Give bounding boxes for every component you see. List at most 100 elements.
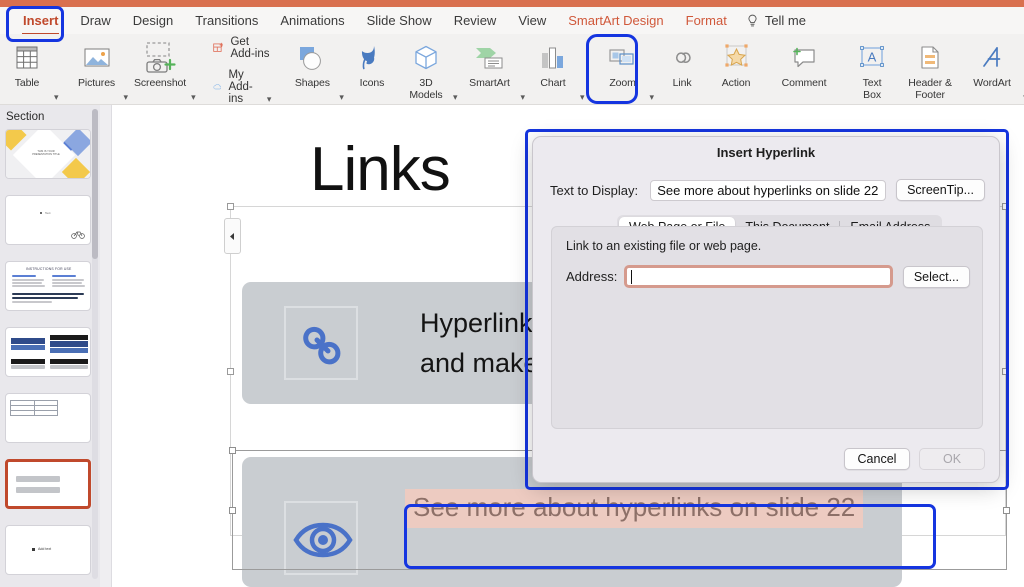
resize-handle-mid-right[interactable] <box>1003 507 1010 514</box>
tab-review[interactable]: Review <box>443 10 508 32</box>
thumbnail-slide-5[interactable] <box>5 393 91 443</box>
ribbon-button-pictures[interactable]: Pictures <box>70 34 124 103</box>
placeholder-collapse-button[interactable] <box>224 218 241 254</box>
chart-icon <box>539 39 567 77</box>
tab-slide-show[interactable]: Slide Show <box>356 10 443 32</box>
text-to-display-input[interactable]: See more about hyperlinks on slide 22 <box>650 180 886 201</box>
slide-title[interactable]: Links <box>310 135 450 205</box>
thumbnail-slide-3-title: INSTRUCTIONS FOR USE <box>26 267 71 271</box>
slide-card-hyperlink-text[interactable]: Hyperlink and make <box>420 303 539 383</box>
tab-format[interactable]: Format <box>675 10 738 32</box>
thumbnail-slide-1[interactable]: THIS IS YOUR PRESENTATION TITLE <box>5 129 91 179</box>
dialog-title: Insert Hyperlink <box>533 145 999 160</box>
chevron-down-icon[interactable]: ▾ <box>453 92 458 103</box>
get-addins-icon <box>213 40 224 56</box>
thumbnail-slide-2[interactable]: Text <box>5 195 91 245</box>
ribbon-button-comment[interactable]: Comment <box>773 34 835 103</box>
chevron-down-icon[interactable]: ▾ <box>124 92 129 103</box>
ribbon-button-table[interactable]: Table <box>0 34 54 103</box>
tab-transitions[interactable]: Transitions <box>184 10 269 32</box>
resize-handle-top-left[interactable] <box>227 203 234 210</box>
ribbon-button-icons[interactable]: Icons <box>345 34 399 103</box>
ribbon-button-action[interactable]: Action <box>709 34 763 103</box>
ribbon-button-header-footer[interactable]: Header & Footer <box>899 34 961 103</box>
ribbon-button-3d-models[interactable]: 3D Models <box>399 34 453 103</box>
ribbon-button-wordart[interactable]: WordArt <box>961 34 1023 103</box>
ok-button[interactable]: OK <box>919 448 985 470</box>
ribbon-button-link[interactable]: Link <box>655 34 709 103</box>
chevron-down-icon[interactable]: ▾ <box>267 94 272 105</box>
insert-hyperlink-dialog[interactable]: Insert Hyperlink Text to Display: See mo… <box>532 136 1000 483</box>
resize-handle-top-left[interactable] <box>229 447 236 454</box>
thumbnail-slide-3[interactable]: INSTRUCTIONS FOR USE <box>5 261 91 311</box>
ribbon-group-comments: Comment <box>773 34 835 105</box>
thumbnail-slide-7-text: Add text <box>38 547 51 551</box>
comment-icon <box>789 39 819 77</box>
slide-thumbnail-pane[interactable]: Section THIS IS YOUR PRESENTATION TITLE … <box>0 105 100 587</box>
tab-review-label: Review <box>454 13 497 28</box>
resize-handle-mid-left[interactable] <box>229 507 236 514</box>
chevron-down-icon[interactable]: ▾ <box>54 92 59 103</box>
resize-handle-mid-left[interactable] <box>227 368 234 375</box>
ribbon-label-screenshot: Screenshot <box>134 78 186 90</box>
thumbnail-pane-scrollbar[interactable] <box>92 109 98 579</box>
tab-animations[interactable]: Animations <box>269 10 355 32</box>
window-title-strip <box>0 0 1024 7</box>
ribbon-button-shapes[interactable]: Shapes <box>285 34 339 103</box>
chevron-down-icon[interactable]: ▾ <box>520 92 525 103</box>
address-input[interactable] <box>624 265 893 288</box>
ribbon-group-text: A Text Box <box>845 34 1024 105</box>
ribbon-label-header-footer: Header & Footer <box>908 78 952 101</box>
tell-me-search[interactable]: Tell me <box>738 13 806 28</box>
cancel-button[interactable]: Cancel <box>844 448 910 470</box>
tab-transitions-label: Transitions <box>195 13 258 28</box>
ribbon-label-wordart: WordArt <box>973 78 1011 90</box>
wordart-icon <box>978 39 1006 77</box>
my-addins-icon <box>213 79 222 95</box>
screenshot-icon <box>143 39 177 77</box>
text-box-icon: A <box>858 39 886 77</box>
ribbon-button-zoom[interactable]: Zoom <box>596 34 650 103</box>
chevron-down-icon[interactable]: ▾ <box>339 92 344 103</box>
thumbnail-slide-6[interactable] <box>5 459 91 509</box>
ribbon-body: Table ▾ Pictures ▾ <box>0 34 1024 105</box>
chevron-down-icon[interactable]: ▾ <box>580 92 585 103</box>
ribbon-button-text-box[interactable]: A Text Box <box>845 34 899 103</box>
section-label: Section <box>0 105 100 129</box>
icons-icon <box>357 39 387 77</box>
ribbon-button-chart[interactable]: Chart <box>526 34 580 103</box>
ribbon-label-zoom: Zoom <box>609 78 635 90</box>
card-line-2: and make <box>420 348 539 378</box>
action-icon <box>721 39 751 77</box>
shapes-icon <box>297 39 327 77</box>
ribbon-button-screenshot[interactable]: Screenshot <box>129 34 191 103</box>
pictures-icon <box>83 39 111 77</box>
thumbnail-slide-4[interactable] <box>5 327 91 377</box>
ribbon-button-my-addins[interactable]: My Add-ins ▾ <box>213 69 272 105</box>
pane-divider[interactable] <box>100 105 112 587</box>
ribbon-label-action: Action <box>722 78 751 90</box>
tab-animations-label: Animations <box>280 13 344 28</box>
thumbnail-slide-7[interactable]: Add text <box>5 525 91 575</box>
screentip-button[interactable]: ScreenTip... <box>896 179 985 201</box>
ribbon-button-get-addins[interactable]: Get Add-ins <box>213 36 272 60</box>
tab-insert[interactable]: Insert <box>12 10 69 32</box>
ribbon-label-pictures: Pictures <box>78 78 115 90</box>
select-button[interactable]: Select... <box>903 266 970 288</box>
tab-design[interactable]: Design <box>122 10 184 32</box>
tell-me-label: Tell me <box>765 13 806 28</box>
text-to-display-label: Text to Display: <box>550 183 650 198</box>
ribbon-label-smartart: SmartArt <box>469 78 510 90</box>
tab-insert-label: Insert <box>23 13 58 28</box>
chain-link-icon <box>292 314 354 376</box>
chevron-down-icon[interactable]: ▾ <box>191 92 196 103</box>
tab-view-label: View <box>518 13 546 28</box>
chevron-down-icon[interactable]: ▾ <box>650 92 655 103</box>
tab-smartart-design[interactable]: SmartArt Design <box>557 10 674 32</box>
highlighted-hyperlink-text[interactable]: See more about hyperlinks on slide 22 <box>405 489 863 528</box>
tab-view[interactable]: View <box>507 10 557 32</box>
tab-draw[interactable]: Draw <box>69 10 121 32</box>
tab-smartart-design-label: SmartArt Design <box>568 13 663 28</box>
ribbon-button-smartart[interactable]: SmartArt <box>458 34 520 103</box>
link-icon <box>667 39 697 77</box>
